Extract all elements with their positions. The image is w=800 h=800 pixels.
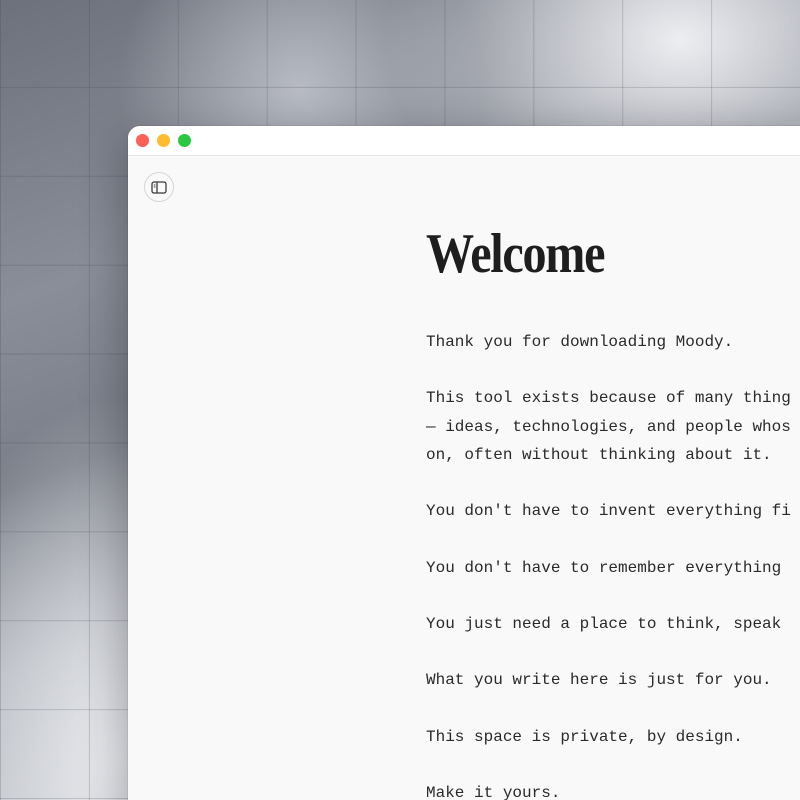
paragraph-line: You don't have to remember everything: [426, 558, 782, 577]
sidebar-toggle-button[interactable]: [144, 172, 174, 202]
title-bar: [128, 126, 800, 156]
paragraph: What you write here is just for you.: [426, 666, 800, 694]
paragraph-line: This space is private, by design.: [426, 727, 743, 746]
paragraph: Thank you for downloading Moody.: [426, 328, 800, 356]
paragraph: This space is private, by design.: [426, 723, 800, 751]
paragraph-line: on, often without thinking about it.: [426, 445, 772, 464]
paragraph: You don't have to remember everything: [426, 554, 800, 582]
paragraph-line: Thank you for downloading Moody.: [426, 333, 734, 351]
paragraph-line: What you write here is just for you.: [426, 671, 772, 690]
app-window: Welcome Thank you for downloading Moody.…: [128, 126, 800, 800]
sidebar-icon: [151, 180, 167, 194]
paragraph-line: You don't have to invent everything fi: [426, 502, 791, 521]
zoom-window-button[interactable]: [178, 134, 191, 147]
document-body[interactable]: Thank you for downloading Moody. This to…: [426, 328, 800, 800]
paragraph-line: — ideas, technologies, and people whos: [426, 417, 791, 436]
page-title: Welcome: [426, 223, 605, 285]
paragraph: You just need a place to think, speak: [426, 610, 800, 638]
minimize-window-button[interactable]: [157, 134, 170, 147]
paragraph: Make it yours.: [426, 779, 800, 800]
close-window-button[interactable]: [136, 134, 149, 147]
paragraph: This tool exists because of many thing —…: [426, 384, 800, 469]
paragraph-line: You just need a place to think, speak: [426, 614, 782, 633]
paragraph-line: This tool exists because of many thing: [426, 389, 791, 408]
document-editor[interactable]: Welcome Thank you for downloading Moody.…: [426, 222, 800, 800]
paragraph: You don't have to invent everything fi: [426, 497, 800, 525]
paragraph-line: Make it yours.: [426, 784, 561, 800]
